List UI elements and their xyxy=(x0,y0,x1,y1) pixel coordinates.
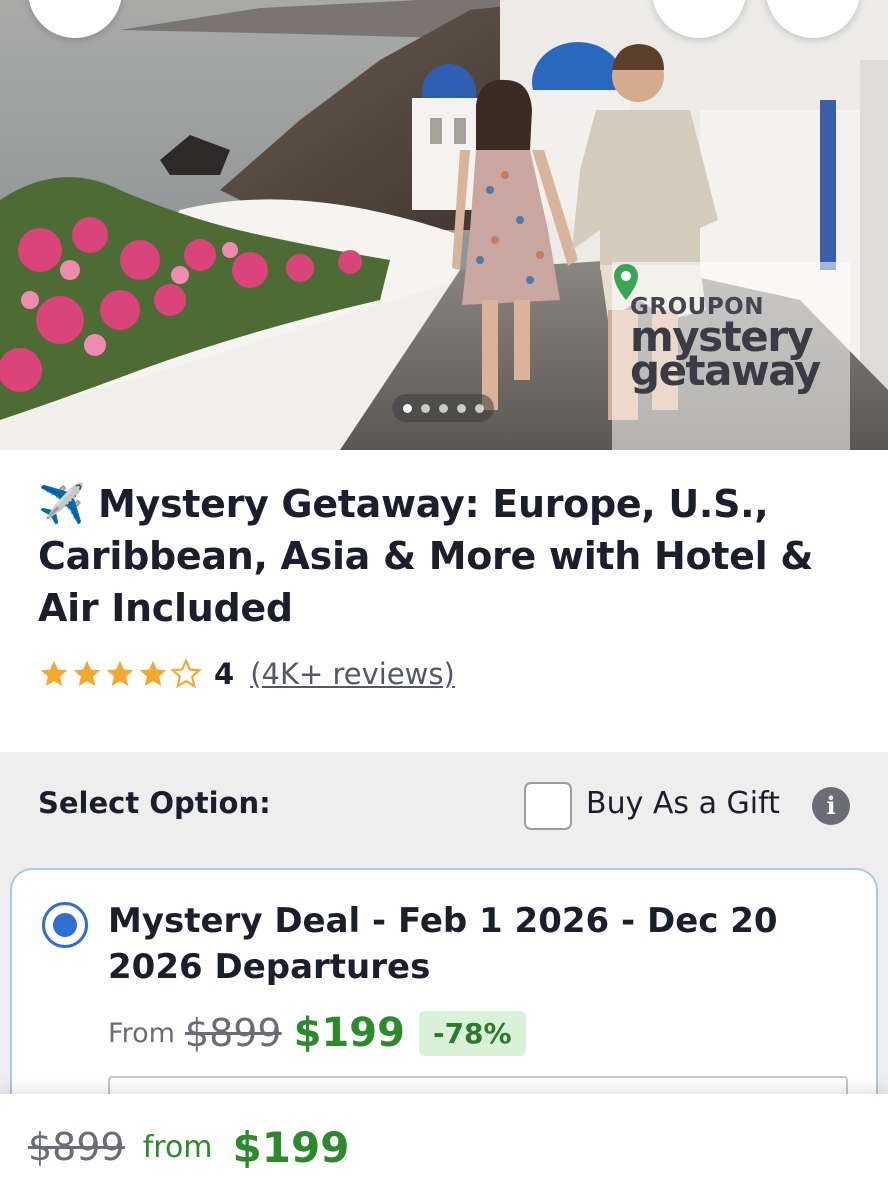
star-filled-icon xyxy=(40,660,68,686)
carousel-dot[interactable] xyxy=(402,403,412,413)
bottom-sale-price: $199 xyxy=(232,1122,350,1172)
bottom-original-price: $899 xyxy=(28,1125,125,1169)
logo-line-3: getaway xyxy=(630,346,821,395)
groupon-mystery-getaway-logo: GROUPON mystery getaway xyxy=(612,262,850,450)
option-radio[interactable] xyxy=(42,902,88,948)
bottom-price-bar: $899 from $199 xyxy=(0,1094,888,1200)
carousel-dot[interactable] xyxy=(474,403,484,413)
buy-as-gift-label[interactable]: Buy As a Gift xyxy=(586,786,780,821)
carousel-dot[interactable] xyxy=(438,403,448,413)
carousel-indicator[interactable] xyxy=(392,394,494,422)
original-price: $899 xyxy=(184,1011,282,1055)
deal-title-text: Mystery Getaway: Europe, U.S., Caribbean… xyxy=(38,482,814,630)
buy-as-gift-checkbox[interactable] xyxy=(524,782,572,830)
star-filled-icon xyxy=(139,660,167,686)
info-icon[interactable]: i xyxy=(812,787,850,825)
location-pin-icon xyxy=(614,264,638,300)
option-price-row: From $899 $199 -78% xyxy=(108,1006,526,1060)
carousel-dot[interactable] xyxy=(456,403,466,413)
star-filled-icon xyxy=(106,660,134,686)
star-rating xyxy=(38,658,202,690)
rating-value: 4 xyxy=(214,657,235,691)
option-title: Mystery Deal - Feb 1 2026 - Dec 20 2026 … xyxy=(108,901,778,987)
carousel-dot[interactable] xyxy=(420,403,430,413)
star-empty-icon xyxy=(170,658,202,689)
discount-badge: -78% xyxy=(418,1010,526,1056)
reviews-link[interactable]: (4K+ reviews) xyxy=(250,657,455,691)
hero-image[interactable]: GROUPON mystery getaway xyxy=(0,0,888,450)
select-option-label: Select Option: xyxy=(38,786,271,820)
sale-price: $199 xyxy=(293,1010,405,1056)
deal-title: ✈️ Mystery Getaway: Europe, U.S., Caribb… xyxy=(38,478,838,634)
bottom-from-label: from xyxy=(142,1129,213,1165)
rating-row: 4 (4K+ reviews) xyxy=(38,654,455,694)
from-label: From xyxy=(108,1017,175,1049)
airplane-icon: ✈️ xyxy=(38,482,86,526)
star-filled-icon xyxy=(73,660,101,686)
